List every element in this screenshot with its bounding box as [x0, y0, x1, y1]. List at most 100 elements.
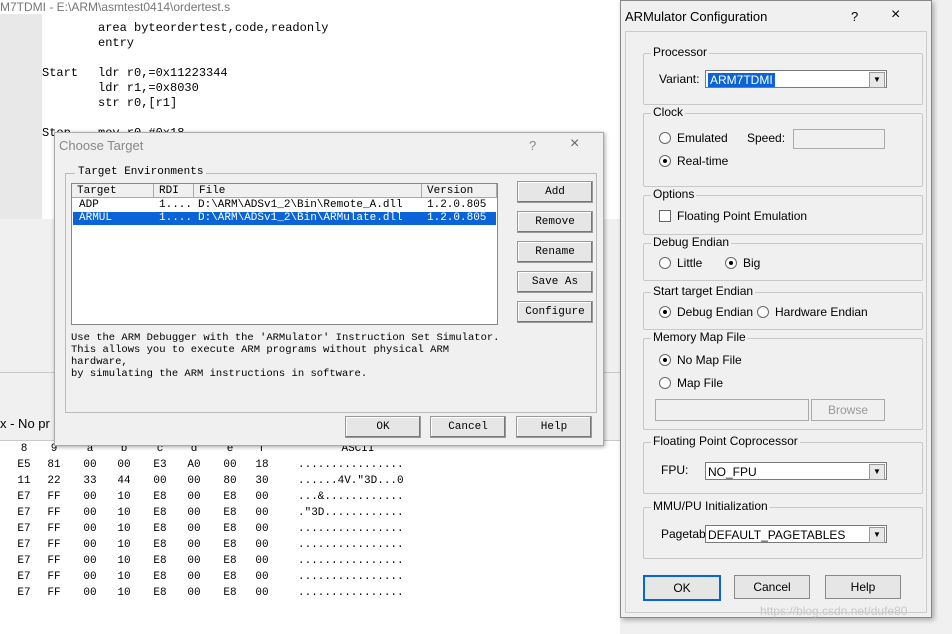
status-text: x - No pr [0, 416, 50, 431]
column-header-file[interactable]: File [194, 184, 422, 198]
save-as-button[interactable]: Save As [517, 271, 593, 293]
memory-byte-cell: E7 [17, 507, 31, 519]
choose-target-dialog: Choose Target ? × Target Environments Ta… [54, 132, 604, 446]
variant-value: ARM7TDMI [708, 73, 775, 87]
debug-endian-radio[interactable] [659, 306, 671, 318]
cancel-button[interactable]: Cancel [430, 416, 506, 438]
hardware-endian-radio[interactable] [757, 306, 769, 318]
memory-byte-cell: E7 [17, 539, 31, 551]
memory-view[interactable]: 8 9 a b c d e f ASCII E5 81 00 00 E3 A0 00 18...........… [0, 440, 620, 634]
memory-byte-cell: 18 [255, 459, 269, 471]
remove-button[interactable]: Remove [517, 211, 593, 233]
clock-label: Clock [651, 105, 686, 119]
memory-byte-cell: 10 [117, 523, 131, 535]
help-icon[interactable]: ? [529, 138, 536, 153]
pagetab-value: DEFAULT_PAGETABLES [708, 528, 846, 542]
memory-ascii-cell: ......4V."3D...0 [298, 475, 404, 487]
target-rdi: 1.... [159, 212, 193, 224]
ok-button[interactable]: OK [643, 575, 721, 601]
memory-byte-cell: 00 [83, 587, 97, 599]
ok-button[interactable]: OK [345, 416, 421, 438]
memory-byte-cell: E7 [17, 491, 31, 503]
clock-group [643, 113, 923, 187]
close-icon[interactable]: × [891, 6, 900, 24]
memory-byte-cell: 30 [255, 475, 269, 487]
speed-label: Speed: [747, 131, 786, 145]
memory-byte-cell: FF [47, 523, 61, 535]
memory-byte-cell: 11 [17, 475, 31, 487]
close-icon[interactable]: × [570, 135, 579, 153]
memory-ascii-cell: ................ [298, 459, 404, 471]
memory-byte-cell: E8 [153, 491, 167, 503]
processor-label: Processor [651, 45, 710, 59]
emulated-radio[interactable] [659, 132, 671, 144]
chevron-down-icon[interactable]: ▼ [869, 72, 885, 88]
memory-ascii-cell: ...&............ [298, 491, 404, 503]
fp-coprocessor-label: Floating Point Coprocessor [651, 434, 800, 448]
group-label: Target Environments [75, 166, 207, 178]
little-radio[interactable] [659, 257, 671, 269]
help-icon[interactable]: ? [851, 9, 858, 24]
column-header-version[interactable]: Version [422, 184, 497, 198]
variant-select[interactable]: ARM7TDMI ▼ [705, 70, 887, 88]
target-name: ADP [79, 199, 99, 211]
memory-byte-cell: 00 [255, 587, 269, 599]
target-rdi: 1.... [159, 199, 193, 211]
rename-button[interactable]: Rename [517, 241, 593, 263]
fpe-checkbox[interactable] [659, 210, 671, 222]
configure-button[interactable]: Configure [517, 301, 593, 323]
chevron-down-icon[interactable]: ▼ [869, 527, 885, 543]
vertical-scrollbar[interactable] [930, 0, 952, 370]
memory-byte-cell: 00 [83, 507, 97, 519]
memory-byte-cell: E8 [223, 539, 237, 551]
memory-byte-cell: 10 [117, 571, 131, 583]
code-line: entry [98, 36, 135, 50]
target-version: 1.2.0.805 [427, 212, 487, 224]
fpe-label: Floating Point Emulation [677, 209, 808, 223]
fpu-select[interactable]: NO_FPU ▼ [705, 462, 887, 480]
fpu-value: NO_FPU [708, 465, 757, 479]
big-radio[interactable] [725, 257, 737, 269]
map-file-label: Map File [677, 376, 724, 390]
memory-byte-cell: E8 [223, 491, 237, 503]
column-header-rdi[interactable]: RDI [154, 184, 194, 198]
code-line: ldr r1,=0x8030 [98, 81, 199, 95]
memory-byte-cell: E8 [153, 587, 167, 599]
target-description: Use the ARM Debugger with the 'ARMulator… [71, 332, 511, 380]
memory-byte-cell: 00 [187, 555, 201, 567]
memory-byte-cell: 00 [83, 523, 97, 535]
target-list[interactable]: Target RDI File Version ADP 1.... D:\ARM… [71, 183, 498, 325]
memory-byte-cell: 00 [255, 539, 269, 551]
realtime-radio[interactable] [659, 155, 671, 167]
memory-byte-cell: 44 [117, 475, 131, 487]
speed-input[interactable] [793, 129, 885, 149]
code-line: ldr r0,=0x11223344 [98, 66, 228, 80]
memory-byte-cell: 10 [117, 587, 131, 599]
little-label: Little [677, 256, 703, 270]
map-file-path-input[interactable] [655, 399, 809, 421]
pagetab-select[interactable]: DEFAULT_PAGETABLES ▼ [705, 525, 887, 543]
memory-byte-cell: FF [47, 555, 61, 567]
help-button[interactable]: Help [516, 416, 592, 438]
cancel-button[interactable]: Cancel [734, 575, 810, 599]
watermark: https://blog.csdn.net/dufe80 [760, 604, 908, 618]
memory-byte-cell: E8 [153, 507, 167, 519]
code-line: str r0,[r1] [98, 96, 178, 110]
target-name: ARMUL [79, 212, 113, 224]
target-row-armul[interactable]: ARMUL 1.... D:\ARM\ADSv1_2\Bin\ARMulate.… [73, 212, 496, 225]
target-row-adp[interactable]: ADP 1.... D:\ARM\ADSv1_2\Bin\Remote_A.dl… [73, 199, 496, 212]
memory-byte-cell: E8 [223, 587, 237, 599]
variant-label: Variant: [659, 72, 700, 86]
help-button[interactable]: Help [825, 575, 901, 599]
memory-byte-cell: 22 [47, 475, 61, 487]
memory-byte-cell: 00 [187, 523, 201, 535]
column-header-target[interactable]: Target [72, 184, 154, 198]
big-label: Big [743, 256, 761, 270]
add-button[interactable]: Add [517, 181, 593, 203]
chevron-down-icon[interactable]: ▼ [869, 464, 885, 480]
memory-byte-cell: FF [47, 507, 61, 519]
browse-button[interactable]: Browse [811, 399, 885, 421]
target-file: D:\ARM\ADSv1_2\Bin\Remote_A.dll [198, 199, 403, 211]
no-map-file-radio[interactable] [659, 354, 671, 366]
map-file-radio[interactable] [659, 377, 671, 389]
